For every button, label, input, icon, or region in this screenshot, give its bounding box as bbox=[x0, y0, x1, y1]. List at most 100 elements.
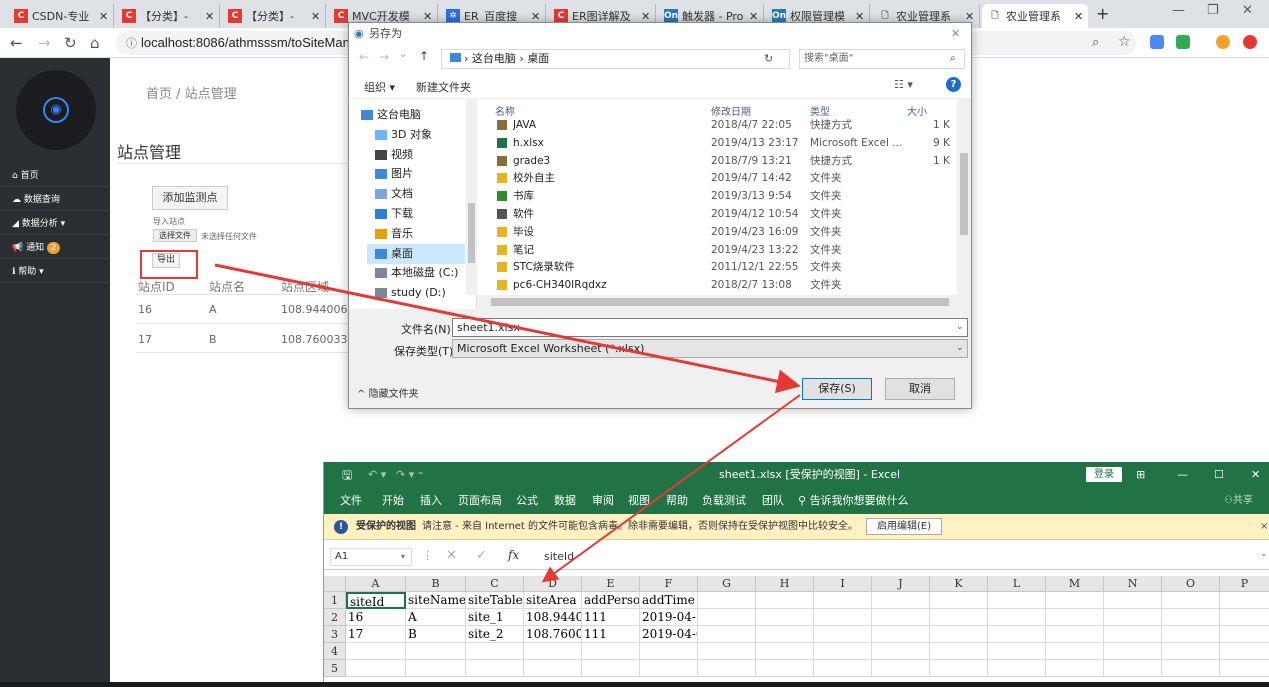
cell[interactable] bbox=[1104, 609, 1162, 626]
nav-pane-item[interactable]: study (D:) bbox=[375, 283, 446, 303]
tab-close-icon[interactable]: ✕ bbox=[205, 10, 219, 23]
cell[interactable] bbox=[872, 660, 930, 677]
file-row[interactable]: grade3 2018/7/9 13:21 快捷方式 1 K bbox=[477, 152, 959, 170]
cell[interactable]: 111 bbox=[582, 609, 640, 626]
cell[interactable] bbox=[1220, 643, 1269, 660]
cell[interactable] bbox=[1220, 626, 1269, 643]
ribbon-tab[interactable]: 公式 bbox=[516, 488, 538, 514]
cell[interactable] bbox=[346, 643, 406, 660]
file-list-scrollbar[interactable] bbox=[957, 99, 971, 295]
cell[interactable] bbox=[466, 660, 524, 677]
sidebar-item[interactable]: ℹ 帮助 ▾ bbox=[0, 261, 110, 283]
cell[interactable] bbox=[756, 660, 814, 677]
scroll-thumb[interactable] bbox=[960, 153, 968, 235]
tab-close-icon[interactable]: ✕ bbox=[531, 10, 545, 23]
tab-close-icon[interactable]: ✕ bbox=[749, 10, 763, 23]
tab-close-icon[interactable]: ✕ bbox=[423, 10, 437, 23]
cell[interactable]: 111 bbox=[582, 626, 640, 643]
home-icon[interactable]: ⌂ bbox=[90, 34, 100, 52]
cell[interactable]: siteArea bbox=[524, 592, 582, 609]
file-row[interactable]: 校外自主 2019/4/7 14:42 文件夹 bbox=[477, 169, 959, 187]
nav-pane-item[interactable]: 图片 bbox=[375, 164, 413, 184]
cell[interactable] bbox=[872, 643, 930, 660]
nav-pane-item[interactable]: 音乐 bbox=[375, 224, 413, 244]
cell[interactable] bbox=[814, 660, 872, 677]
tab-close-icon[interactable]: ✕ bbox=[1074, 10, 1088, 23]
login-button[interactable]: 登录 bbox=[1086, 467, 1122, 482]
new-folder-button[interactable]: 新建文件夹 bbox=[416, 79, 471, 95]
new-tab-button[interactable]: + bbox=[1096, 4, 1109, 23]
file-row[interactable]: STC烧录软件 2011/12/1 22:55 文件夹 bbox=[477, 258, 959, 276]
cell[interactable]: 17 bbox=[346, 626, 406, 643]
cell[interactable]: site_1 bbox=[466, 609, 524, 626]
cancel-icon[interactable]: ✕ bbox=[446, 548, 457, 563]
tab-close-icon[interactable]: ✕ bbox=[311, 10, 325, 23]
formula-input[interactable]: siteId bbox=[544, 550, 574, 563]
cell[interactable]: 16 bbox=[346, 609, 406, 626]
cell[interactable] bbox=[1162, 609, 1220, 626]
cell[interactable] bbox=[756, 643, 814, 660]
cancel-button[interactable]: 取消 bbox=[885, 378, 955, 400]
cell[interactable] bbox=[1162, 643, 1220, 660]
sidebar-item[interactable]: ⌂ 首页 bbox=[0, 165, 110, 187]
up-icon[interactable]: ↑ bbox=[419, 49, 429, 63]
save-button[interactable]: 保存(S) bbox=[802, 378, 872, 400]
cell[interactable]: 2019-04-06 bbox=[640, 626, 698, 643]
browser-tab[interactable]: C 【分类】- ✕ bbox=[222, 4, 326, 28]
chevron-down-icon[interactable]: ⌄ bbox=[956, 319, 964, 336]
cell[interactable] bbox=[872, 592, 930, 609]
back-icon[interactable]: ← bbox=[359, 50, 369, 64]
cell[interactable] bbox=[1046, 660, 1104, 677]
minimize-button[interactable]: — bbox=[1177, 462, 1188, 488]
chevron-down-icon[interactable]: ⌄ bbox=[956, 340, 964, 357]
path-segment[interactable]: 这台电脑 bbox=[472, 52, 516, 65]
name-box[interactable]: A1 ▾ bbox=[330, 548, 412, 566]
filename-input[interactable]: sheet1.xlsx ⌄ bbox=[452, 318, 968, 337]
cell[interactable]: 108.76003 bbox=[524, 626, 582, 643]
column-header[interactable]: F bbox=[640, 576, 698, 592]
cell[interactable]: A bbox=[406, 609, 466, 626]
column-header[interactable]: E bbox=[582, 576, 640, 592]
cell[interactable] bbox=[582, 643, 640, 660]
file-row[interactable]: 笔记 2019/4/23 13:22 文件夹 bbox=[477, 241, 959, 259]
cell[interactable] bbox=[1162, 592, 1220, 609]
enter-icon[interactable]: ✓ bbox=[476, 548, 487, 563]
browser-tab[interactable]: 🗋 农业管理系 ✕ bbox=[982, 4, 1088, 28]
bookmark-star-icon[interactable]: ☆ bbox=[1118, 34, 1131, 50]
column-header[interactable]: C bbox=[466, 576, 524, 592]
column-header[interactable]: D bbox=[524, 576, 582, 592]
tab-close-icon[interactable]: ✕ bbox=[99, 10, 113, 23]
redo-icon[interactable]: ↷ ▾ ⁼ bbox=[396, 462, 424, 488]
cell[interactable] bbox=[1220, 609, 1269, 626]
cell[interactable]: 108.94400 bbox=[524, 609, 582, 626]
file-row[interactable]: 软件 2019/4/12 10:54 文件夹 bbox=[477, 205, 959, 223]
cell[interactable] bbox=[1104, 660, 1162, 677]
cell[interactable] bbox=[698, 643, 756, 660]
file-row[interactable]: h.xlsx 2019/4/13 23:17 Microsoft Excel ...… bbox=[477, 134, 959, 152]
cell[interactable]: addPerson bbox=[582, 592, 640, 609]
cell[interactable] bbox=[930, 609, 988, 626]
cell[interactable] bbox=[406, 643, 466, 660]
cell[interactable] bbox=[346, 660, 406, 677]
nav-pane-item[interactable]: 本地磁盘 (C:) bbox=[375, 263, 458, 283]
cell[interactable] bbox=[582, 660, 640, 677]
tab-close-icon[interactable]: ✕ bbox=[855, 10, 869, 23]
chevron-down-icon[interactable]: ⌄ bbox=[1260, 549, 1268, 559]
help-icon[interactable]: ? bbox=[946, 77, 961, 92]
cell[interactable] bbox=[1162, 660, 1220, 677]
ribbon-tab[interactable]: 审阅 bbox=[592, 488, 614, 514]
cell[interactable] bbox=[988, 643, 1046, 660]
select-all-corner[interactable] bbox=[324, 576, 346, 592]
cell[interactable] bbox=[930, 592, 988, 609]
close-bar-icon[interactable]: × bbox=[1260, 514, 1268, 540]
file-list-hscrollbar[interactable] bbox=[477, 295, 971, 309]
cell[interactable]: 2019-04-12 bbox=[640, 609, 698, 626]
organize-menu[interactable]: 组织 ▾ bbox=[364, 79, 395, 95]
tab-close-icon[interactable]: ✕ bbox=[965, 10, 979, 23]
dialog-close-icon[interactable]: ✕ bbox=[951, 23, 960, 45]
path-segment[interactable]: 桌面 bbox=[527, 52, 549, 65]
reload-icon[interactable]: ↻ bbox=[64, 34, 77, 52]
ribbon-tab[interactable]: 文件 bbox=[340, 488, 362, 514]
add-site-button[interactable]: 添加监测点 bbox=[152, 186, 228, 210]
cell[interactable] bbox=[930, 660, 988, 677]
